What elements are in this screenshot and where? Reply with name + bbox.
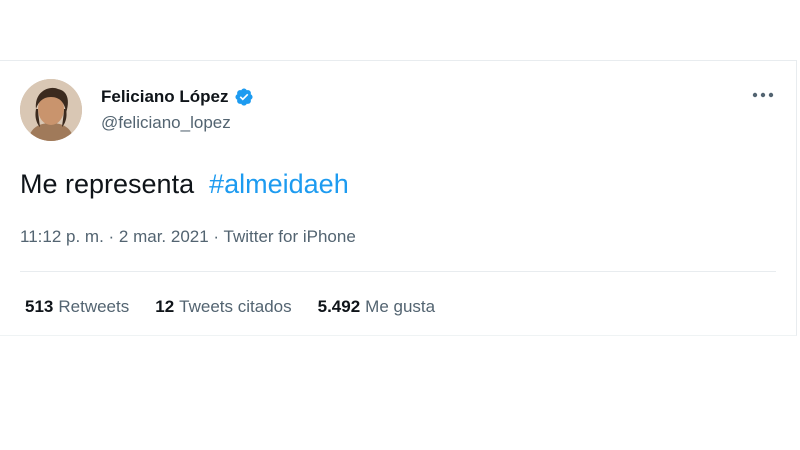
more-options-icon[interactable] (746, 83, 780, 107)
avatar-photo (20, 79, 82, 141)
stat-count: 12 (155, 297, 175, 316)
tweet-text: Me representa #almeidaeh (20, 169, 349, 200)
stat-count: 5.492 (317, 297, 361, 316)
meta-separator: · (208, 227, 224, 246)
stat-count: 513 (25, 297, 54, 316)
tweet-meta: 11:12 p. m. · 2 mar. 2021 · Twitter for … (20, 227, 356, 247)
stat-label: Tweets citados (179, 297, 292, 316)
tweet-timestamp[interactable]: 11:12 p. m. · 2 mar. 2021 (20, 227, 209, 246)
author-name-row: Feliciano López (101, 87, 254, 107)
engagement-stats: 513 Retweets 12 Tweets citados 5.492 Me … (25, 297, 435, 317)
stat-retweets[interactable]: 513 Retweets (25, 297, 129, 317)
avatar[interactable] (20, 79, 82, 141)
tweet-source[interactable]: Twitter for iPhone (224, 227, 356, 246)
divider (20, 271, 776, 272)
hashtag-link[interactable]: #almeidaeh (209, 169, 349, 199)
stat-label: Me gusta (365, 297, 436, 316)
stat-quote-tweets[interactable]: 12 Tweets citados (155, 297, 291, 317)
author-display-name[interactable]: Feliciano López (101, 87, 229, 107)
tweet-card: Feliciano López @feliciano_lopez Me repr… (0, 60, 797, 336)
author-handle[interactable]: @feliciano_lopez (101, 113, 231, 133)
tweet-text-plain: Me representa (20, 169, 195, 199)
verified-badge-icon (234, 87, 254, 107)
stat-likes[interactable]: 5.492 Me gusta (318, 297, 435, 317)
stat-label: Retweets (58, 297, 130, 316)
